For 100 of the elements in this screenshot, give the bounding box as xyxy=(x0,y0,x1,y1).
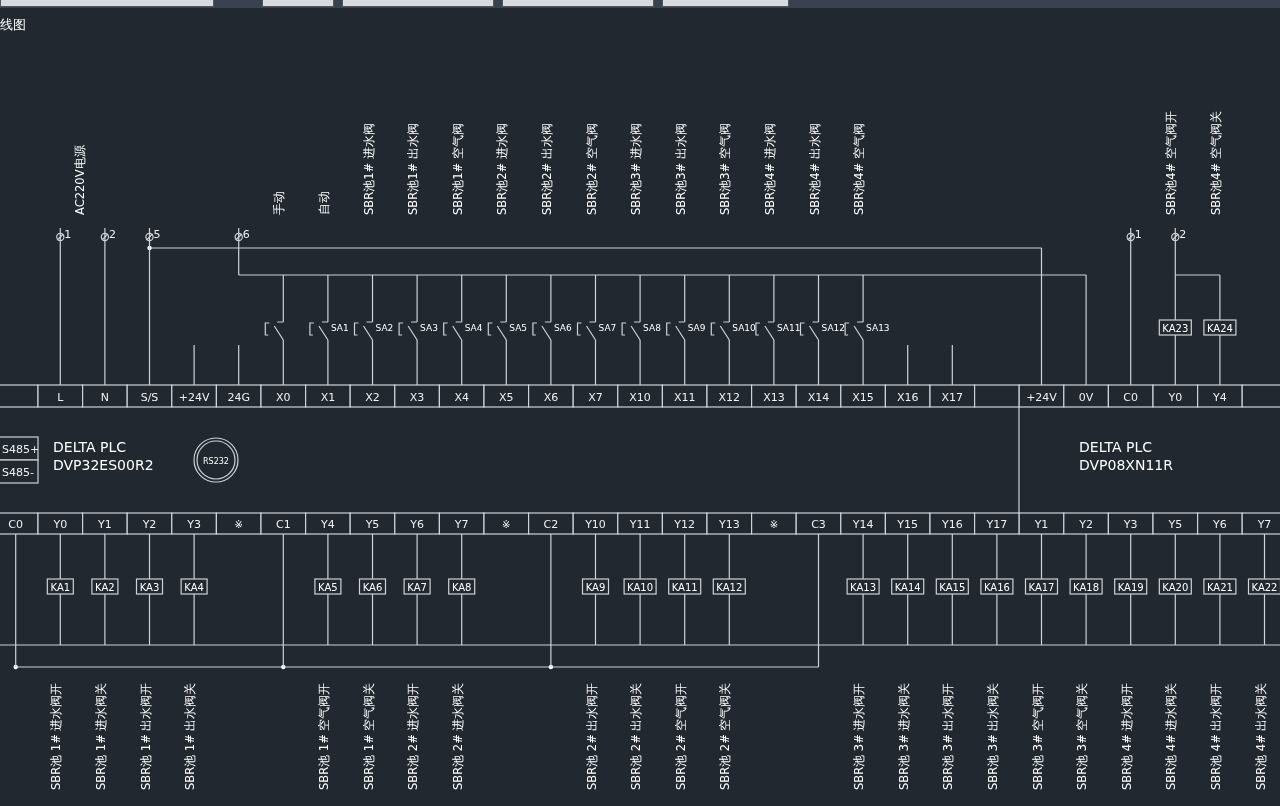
switch-label: SA4 xyxy=(464,323,483,333)
relay-coil: KA22 xyxy=(1247,578,1280,595)
relay-coil: KA15 xyxy=(935,578,969,595)
terminal-cell: +24V xyxy=(171,384,217,408)
switch-label: SA6 xyxy=(553,323,572,333)
wire-label: SBR池 2# 进水阀开 xyxy=(406,682,421,790)
relay-coil: KA4 xyxy=(180,578,208,595)
wire-label: SBR池4# 出水阀 xyxy=(807,123,822,215)
terminal-symbol-icon xyxy=(1171,232,1180,242)
terminal-cell: X0 xyxy=(260,384,307,408)
toolbar-field[interactable] xyxy=(502,0,654,7)
plc-model: DVP08XN11R xyxy=(1079,457,1173,473)
wire xyxy=(1130,533,1132,580)
terminal-cell: Y12 xyxy=(661,512,708,535)
terminal-cell: C2 xyxy=(528,512,574,535)
wire xyxy=(148,533,151,580)
wire-label: 自动 xyxy=(316,191,331,215)
port-cell: S485+ xyxy=(0,436,40,461)
switch-label: SA5 xyxy=(509,323,528,333)
terminal-symbol-icon xyxy=(234,232,243,242)
toolbar-field[interactable] xyxy=(262,0,334,7)
toolbar-field[interactable] xyxy=(342,0,494,7)
plc-brand: DELTA PLC xyxy=(1079,439,1152,455)
terminal-cell: ※ xyxy=(483,512,530,535)
wire-label: SBR池 4# 出水阀关 xyxy=(1253,682,1268,790)
relay-coil: KA23 xyxy=(1158,319,1192,336)
relay-coil: KA11 xyxy=(668,578,702,595)
toolbar-field[interactable] xyxy=(0,0,214,7)
junction-dot xyxy=(281,664,286,670)
serial-port: RS232 xyxy=(193,437,239,483)
terminal-cell: X12 xyxy=(706,384,753,408)
wire xyxy=(684,533,686,580)
terminal-cell: 0V xyxy=(1063,384,1109,408)
terminal-cell: Y5 xyxy=(1152,512,1199,535)
wire-label: SBR池4# 空气阀开 xyxy=(1164,111,1179,215)
plc-brand: DELTA PLC xyxy=(53,439,126,455)
drawing-title: 线图 xyxy=(0,17,26,32)
wire-label: SBR池 3# 空气阀开 xyxy=(1030,682,1045,790)
junction-dot xyxy=(548,664,554,670)
terminal-cell: Y2 xyxy=(126,512,173,535)
wire-label: 手动 xyxy=(272,191,287,215)
junction-dot xyxy=(147,245,152,251)
terminal-cell: X3 xyxy=(394,384,440,408)
wire-label: SBR池 4# 进水阀开 xyxy=(1119,682,1134,790)
wire xyxy=(1040,533,1043,580)
terminal-cell: Y14 xyxy=(840,512,886,535)
terminal-cell: Y1 xyxy=(82,512,128,535)
terminal-cell: Y15 xyxy=(884,512,931,535)
wire-label: SBR池 4# 出水阀开 xyxy=(1208,682,1223,790)
relay-coil: KA1 xyxy=(46,578,74,595)
terminal-cell: Y4 xyxy=(1197,384,1243,408)
wire-label: SBR池4# 进水阀 xyxy=(762,123,777,215)
wire xyxy=(728,339,730,386)
terminal-cell: Y0 xyxy=(37,512,84,535)
wire xyxy=(1174,533,1176,580)
terminal-number: 6 xyxy=(242,228,250,241)
wire-label: SBR池 1# 进水阀开 xyxy=(49,682,64,790)
switch-label: SA3 xyxy=(420,323,438,333)
terminal-cell: X2 xyxy=(349,384,396,408)
switch-label: SA1 xyxy=(330,323,349,333)
terminal-cell: ※ xyxy=(751,512,797,535)
toolbar-field[interactable] xyxy=(662,0,789,7)
terminal-cell: X13 xyxy=(751,384,797,408)
terminal-cell: 24G xyxy=(215,384,262,408)
wire xyxy=(461,533,463,580)
wire xyxy=(104,533,106,580)
wire xyxy=(461,339,463,386)
terminal-number: 1 xyxy=(1134,228,1142,241)
switch-label: SA11 xyxy=(776,323,801,333)
terminal-cell: ※ xyxy=(215,512,262,535)
wire xyxy=(639,339,641,386)
relay-coil: KA3 xyxy=(135,578,164,595)
terminal-cell: Y16 xyxy=(929,512,976,535)
wire xyxy=(505,339,507,386)
wire-label: SBR池3# 进水阀 xyxy=(629,123,644,215)
wire-label: SBR池1# 出水阀 xyxy=(406,123,421,215)
terminal-cell: Y6 xyxy=(1197,512,1243,535)
terminal-cell: X15 xyxy=(840,384,886,408)
wire xyxy=(416,339,418,386)
wire xyxy=(550,339,552,386)
terminal-cell: Y3 xyxy=(1107,512,1154,535)
terminal-cell: C3 xyxy=(795,512,842,535)
junction-dot xyxy=(13,664,18,670)
wire xyxy=(327,339,329,386)
wire-label: SBR池 4# 进水阀关 xyxy=(1164,682,1179,790)
wire-label: SBR池 2# 空气阀关 xyxy=(718,682,733,790)
relay-coil: KA13 xyxy=(846,578,880,595)
terminal-cell: X1 xyxy=(305,384,351,408)
relay-coil: KA18 xyxy=(1069,578,1103,595)
terminal-number: 2 xyxy=(108,228,116,241)
wire xyxy=(1219,334,1221,386)
relay-coil: KA19 xyxy=(1114,578,1148,595)
terminal-cell xyxy=(974,384,1020,408)
terminal-symbol-icon xyxy=(100,232,110,242)
wire xyxy=(862,339,864,386)
switch-label: SA9 xyxy=(687,323,706,333)
wire-label: SBR池2# 进水阀 xyxy=(495,123,510,215)
terminal-cell: Y4 xyxy=(305,512,351,535)
wire-label: SBR池3# 出水阀 xyxy=(673,123,688,215)
wire xyxy=(59,533,61,580)
